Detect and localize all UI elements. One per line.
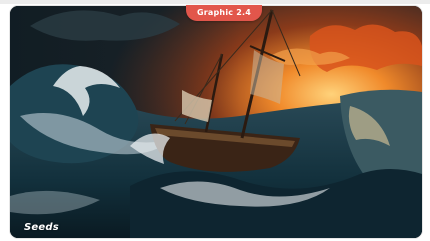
top-divider	[0, 0, 430, 4]
graphic-badge: Graphic 2.4	[186, 5, 262, 21]
seeds-logo: Seeds	[24, 222, 59, 233]
illustration-card	[10, 6, 422, 238]
storm-ship-illustration	[10, 6, 422, 238]
